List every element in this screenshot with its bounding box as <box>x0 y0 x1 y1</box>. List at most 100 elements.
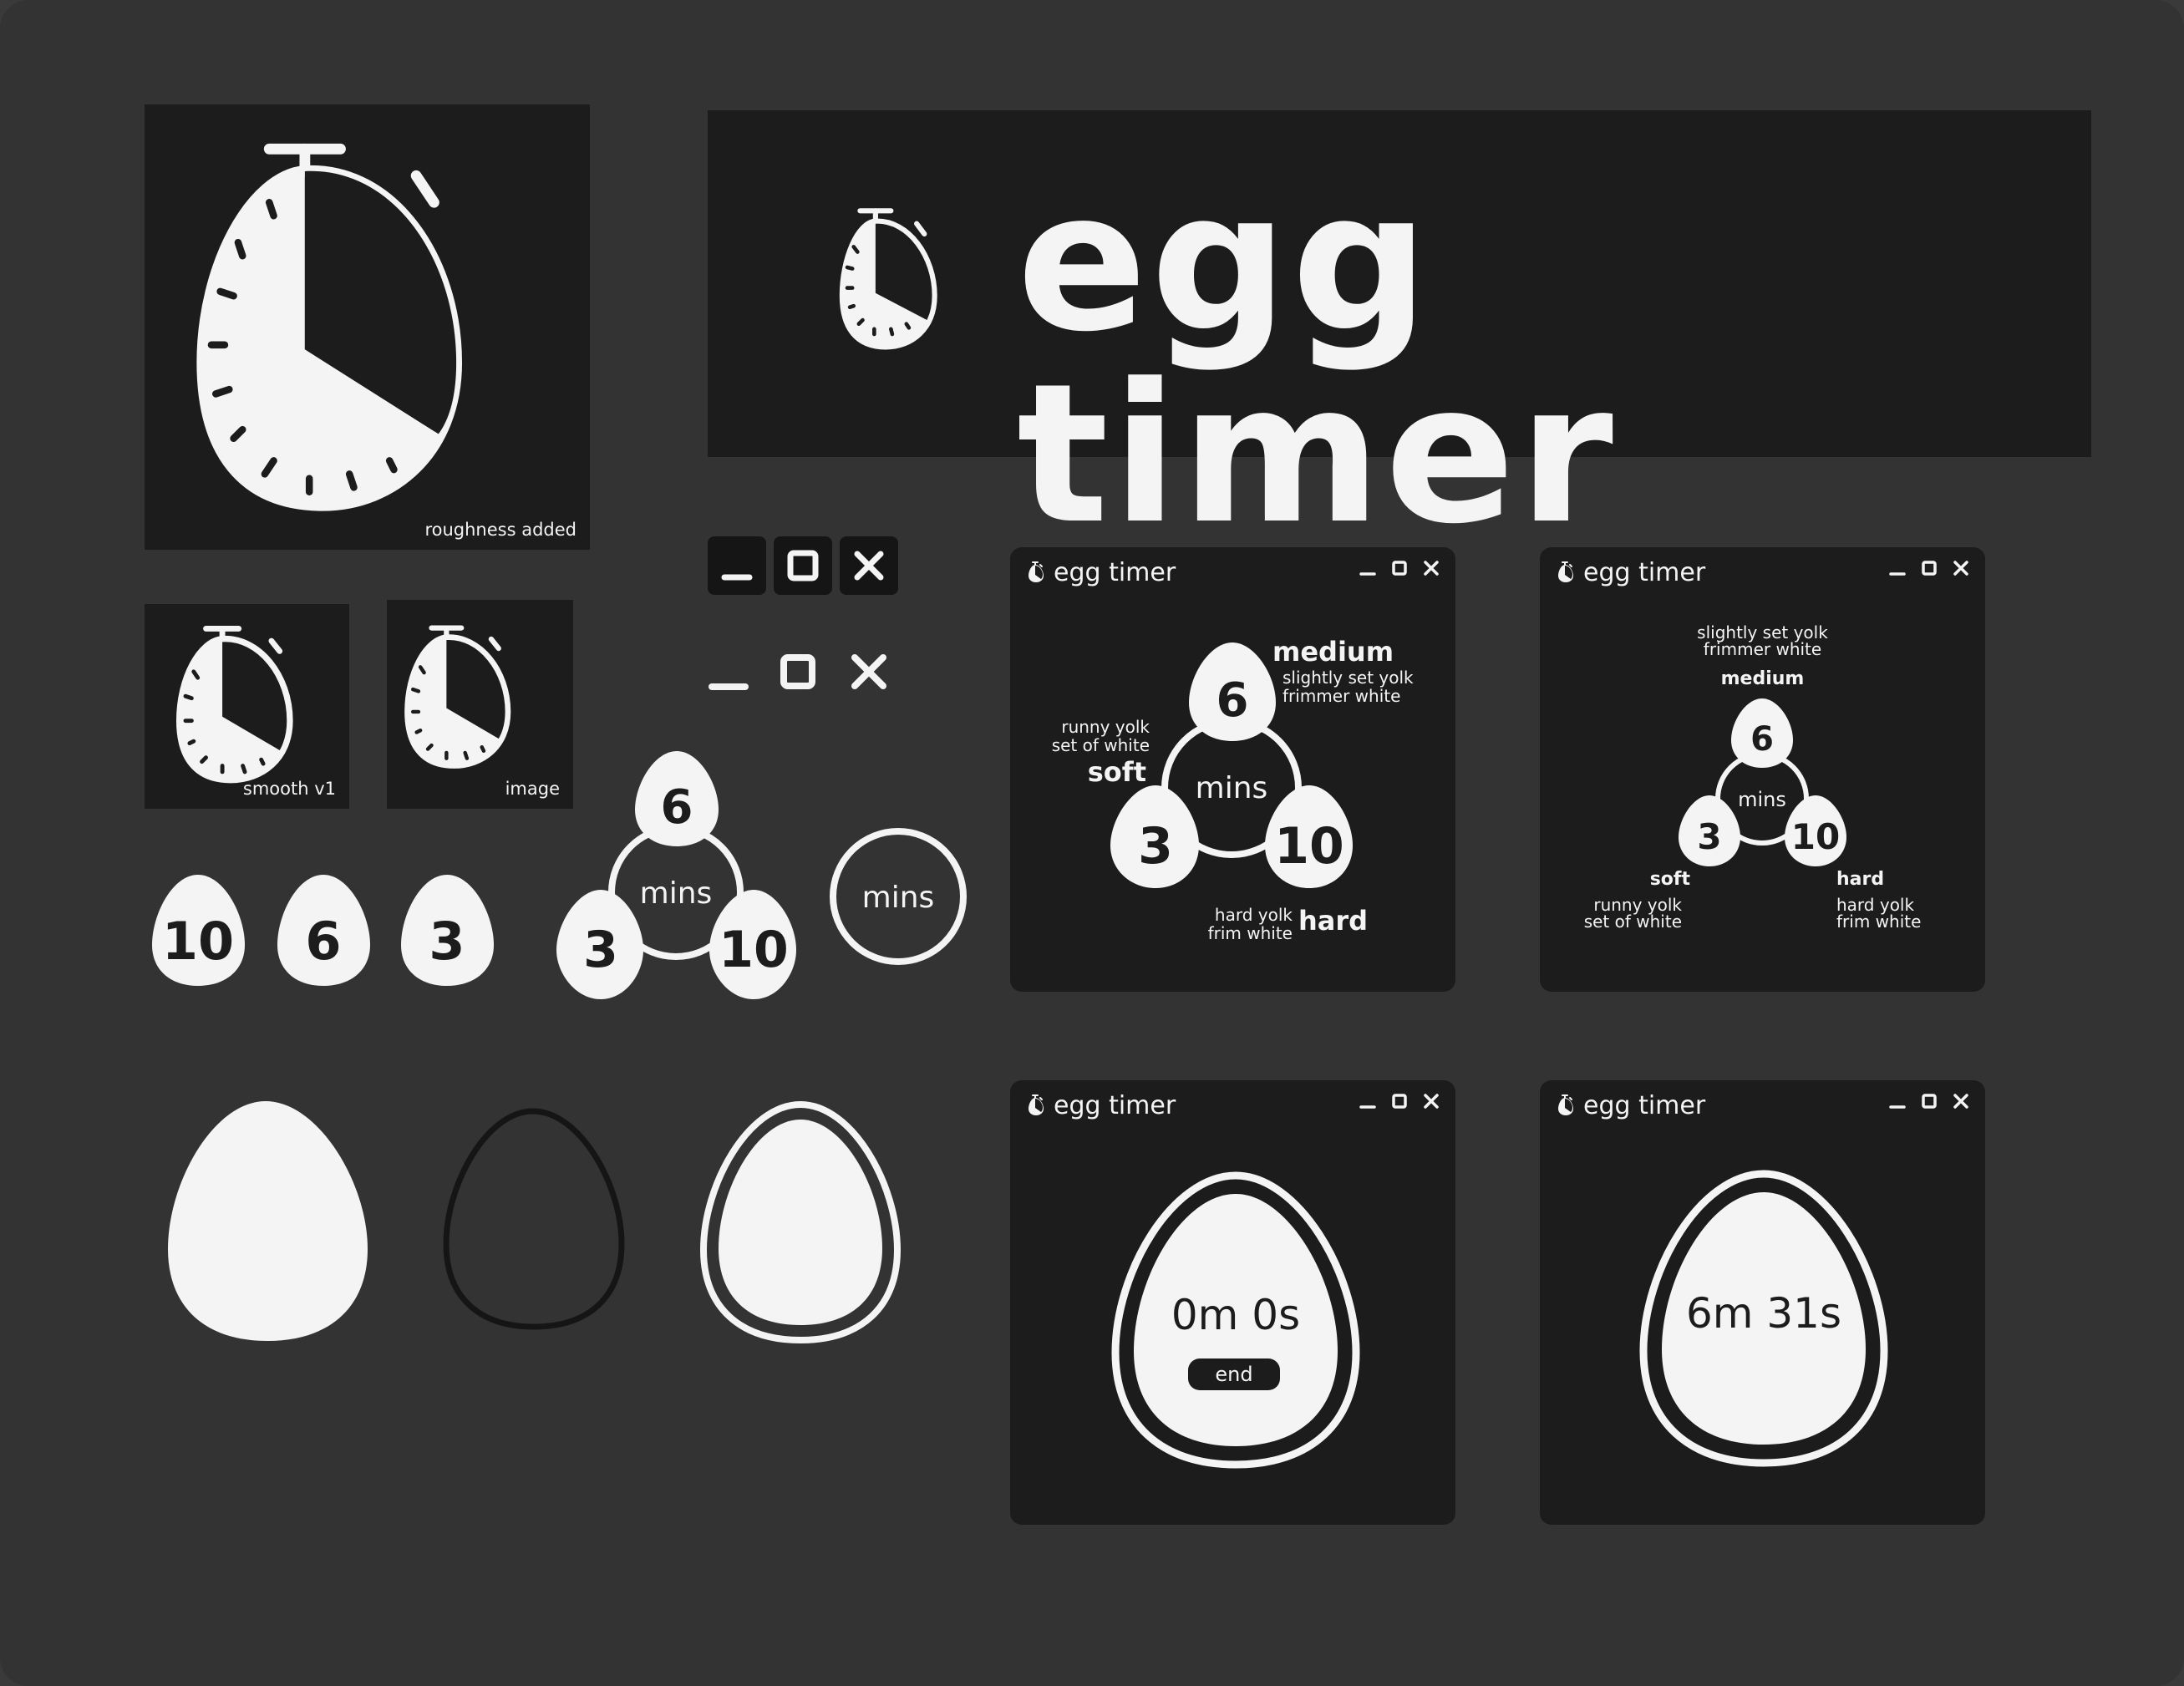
egg-selector: mins 6 3 10 <box>1679 698 1846 866</box>
maximize-button[interactable] <box>1390 1092 1409 1110</box>
icon-variant-caption: roughness added <box>424 520 576 540</box>
icon-variant-roughness: roughness added <box>145 104 590 550</box>
close-button[interactable] <box>1422 559 1440 577</box>
egg-button-10[interactable]: 10 <box>709 890 796 999</box>
close-button[interactable] <box>1952 1092 1970 1110</box>
maximize-button-bare[interactable] <box>778 652 820 693</box>
close-icon <box>854 551 884 581</box>
egg-icon <box>168 1101 368 1341</box>
minimize-icon <box>721 574 753 581</box>
mins-circle-button[interactable]: mins <box>827 825 969 967</box>
egg-number: 10 <box>1791 816 1840 857</box>
soft-desc-line2: set of white <box>1051 735 1150 755</box>
window-controls <box>1888 559 1970 577</box>
close-button[interactable] <box>1422 1092 1440 1110</box>
icon-variant-caption: smooth v1 <box>242 779 336 799</box>
soft-desc-line1: runny yolk <box>1061 717 1150 737</box>
egg-number: 6 <box>661 780 693 835</box>
close-icon <box>1953 561 1968 576</box>
soft-label: soft <box>1087 756 1146 788</box>
end-button[interactable]: end <box>1188 1358 1280 1390</box>
medium-desc-line2: frimmer white <box>1703 639 1822 659</box>
window-controls <box>1359 559 1440 577</box>
window-titlebar: egg timer <box>1027 1089 1176 1122</box>
close-button[interactable] <box>1952 559 1970 577</box>
minimize-icon <box>1889 1105 1906 1109</box>
maximize-button[interactable] <box>1920 1092 1938 1110</box>
close-button-bare[interactable] <box>849 652 891 693</box>
stopwatch-egg-icon <box>196 143 463 511</box>
egg-button-medium[interactable]: 6 <box>1189 642 1276 741</box>
egg-number: 3 <box>583 921 618 979</box>
hard-label: hard <box>1298 905 1369 937</box>
egg-number: 3 <box>429 911 465 972</box>
maximize-icon <box>1392 561 1407 576</box>
egg-timer-window-selector-b: egg timer slightly set yolk frimmer whit… <box>1540 547 1985 992</box>
egg-number: 10 <box>719 921 789 979</box>
window-controls <box>1888 1092 1970 1110</box>
window-titlebar: egg timer <box>1557 1089 1705 1122</box>
maximize-icon <box>787 550 819 581</box>
egg-button-6[interactable]: 6 <box>635 751 719 846</box>
egg-button-6[interactable]: 6 <box>276 871 372 988</box>
egg-shape-filled <box>165 1099 370 1343</box>
timer-display: 6m 31s <box>1685 1289 1842 1338</box>
close-icon <box>1424 1094 1439 1109</box>
maximize-button[interactable] <box>1390 559 1409 577</box>
minimize-button[interactable] <box>1359 559 1377 577</box>
window-title: egg timer <box>1583 1090 1706 1120</box>
minimize-button[interactable] <box>1359 1092 1377 1110</box>
icon-variant-image: image <box>387 600 573 809</box>
mins-label: mins <box>1196 771 1268 805</box>
stopwatch-egg-icon <box>839 208 937 350</box>
close-icon <box>1424 561 1439 576</box>
maximize-icon <box>1922 561 1937 576</box>
egg-shape-outline <box>441 1107 627 1331</box>
minimize-button[interactable] <box>1888 1092 1907 1110</box>
minimize-icon <box>1359 572 1376 576</box>
hard-desc-line1: hard yolk <box>1836 895 1915 915</box>
soft-label: soft <box>1649 869 1690 890</box>
window-title: egg timer <box>1054 1090 1176 1120</box>
timer-display: 0m 0s <box>1171 1291 1301 1339</box>
mins-label: mins <box>1738 788 1786 811</box>
egg-button-10[interactable]: 10 <box>150 871 246 988</box>
egg-number: 3 <box>1138 817 1173 876</box>
minimize-button-bare[interactable] <box>708 652 749 693</box>
icon-variant-smooth: smooth v1 <box>145 604 349 809</box>
close-icon <box>1953 1094 1968 1109</box>
maximize-icon <box>1392 1094 1407 1109</box>
window-title: egg timer <box>1054 557 1176 587</box>
close-button[interactable] <box>840 536 898 595</box>
maximize-button[interactable] <box>774 536 832 595</box>
egg-number: 6 <box>1216 673 1249 728</box>
egg-number: 10 <box>162 911 234 972</box>
hard-desc-line2: frim white <box>1836 912 1922 932</box>
medium-desc-line2: frimmer white <box>1282 686 1401 706</box>
egg-icon: 10 <box>152 875 245 986</box>
stopwatch-egg-icon <box>1029 561 1044 582</box>
maximize-icon <box>1922 1094 1937 1109</box>
egg-button-soft[interactable]: 3 <box>1110 785 1199 888</box>
egg-button-3[interactable]: 3 <box>556 890 643 999</box>
minimize-icon <box>1359 1105 1376 1109</box>
egg-timer-window-countdown-running: egg timer 6m 31s <box>1540 1080 1985 1525</box>
logo-banner: egg timer <box>708 110 2091 551</box>
logo-title: egg timer <box>1017 151 1617 566</box>
minimize-button[interactable] <box>708 536 766 595</box>
egg-button-3[interactable]: 3 <box>399 871 495 988</box>
mins-label: mins <box>640 876 713 911</box>
egg-icon <box>699 1100 902 1344</box>
egg-selector-standalone: mins 6 3 10 <box>551 746 802 1005</box>
egg-timer-window-selector-a: egg timer mins 6 3 10 medium slightly se… <box>1010 547 1455 992</box>
maximize-button[interactable] <box>1920 559 1938 577</box>
egg-button-hard[interactable]: 10 <box>1265 785 1353 888</box>
window-titlebar: egg timer <box>1027 556 1176 589</box>
egg-icon: 6 <box>277 875 370 986</box>
medium-label: medium <box>1272 636 1394 668</box>
egg-button-hard[interactable]: 10 <box>1785 795 1846 866</box>
minimize-button[interactable] <box>1888 559 1907 577</box>
egg-number: 6 <box>1750 720 1774 759</box>
egg-button-medium[interactable]: 6 <box>1731 698 1793 768</box>
egg-button-soft[interactable]: 3 <box>1679 795 1740 866</box>
